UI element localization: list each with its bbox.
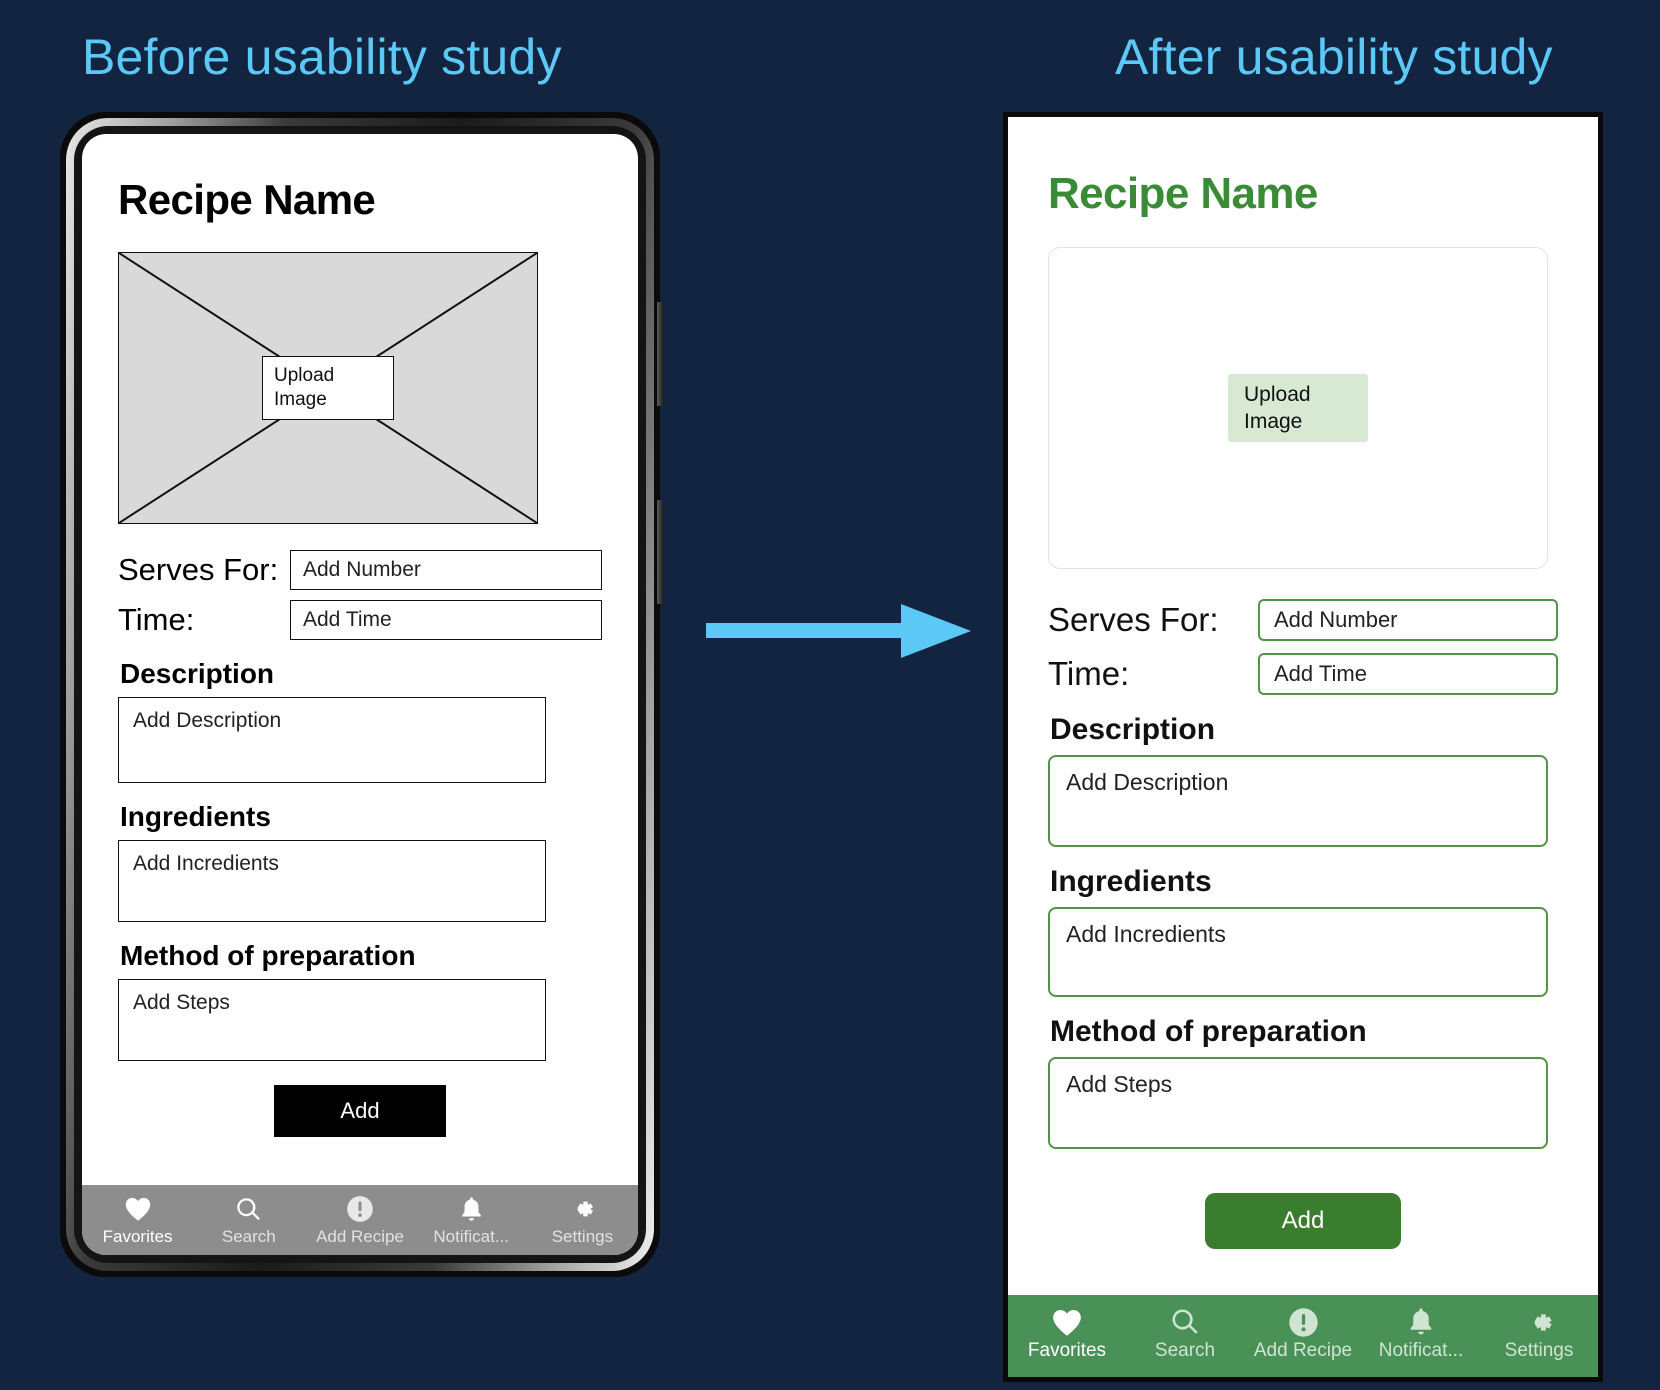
after-nav-label-add-recipe: Add Recipe <box>1253 1340 1353 1361</box>
before-method-heading: Method of preparation <box>120 940 416 971</box>
gear-icon <box>1524 1307 1555 1337</box>
exclamation-circle-icon <box>346 1194 374 1224</box>
before-nav-label-favorites: Favorites <box>102 1227 173 1246</box>
after-nav-item-favorites[interactable]: Favorites <box>1008 1307 1126 1362</box>
after-phone-mockup: Recipe Name Upload Image Serves For: Add… <box>1003 112 1603 1382</box>
after-time-row: Time: Add Time <box>1048 653 1558 695</box>
after-nav-item-add-recipe[interactable]: Add Recipe <box>1244 1307 1362 1362</box>
before-serves-input[interactable]: Add Number <box>290 550 602 590</box>
before-nav-label-search: Search <box>221 1227 276 1246</box>
after-nav-label-notifications: Notificat... <box>1378 1340 1464 1361</box>
gear-icon <box>568 1194 596 1224</box>
before-add-button[interactable]: Add <box>274 1085 446 1137</box>
before-phone-screen: Recipe Name Upload Image Serves For: Add… <box>82 134 638 1255</box>
after-image-placeholder[interactable]: Upload Image <box>1048 247 1548 569</box>
after-time-label: Time: <box>1048 655 1130 692</box>
after-nav-label-favorites: Favorites <box>1027 1340 1107 1361</box>
after-description-input[interactable]: Add Description <box>1048 755 1548 847</box>
before-time-label: Time: <box>118 602 195 637</box>
heart-icon <box>124 1194 152 1224</box>
before-nav-label-settings: Settings <box>551 1227 614 1246</box>
upload-line-2: Image <box>1244 410 1303 433</box>
before-phone-mockup: Recipe Name Upload Image Serves For: Add… <box>60 112 664 1277</box>
before-time-row: Time: Add Time <box>118 600 602 640</box>
before-serves-row: Serves For: Add Number <box>118 550 602 590</box>
before-serves-label: Serves For: <box>118 552 279 587</box>
upload-line-1: Upload <box>274 364 335 386</box>
after-serves-label: Serves For: <box>1048 601 1219 638</box>
after-description-heading: Description <box>1050 713 1216 746</box>
before-upload-image-button[interactable]: Upload Image <box>262 356 394 420</box>
after-nav-label-settings: Settings <box>1504 1340 1574 1361</box>
after-ingredients-heading: Ingredients <box>1050 865 1212 898</box>
before-recipe-title: Recipe Name <box>118 176 376 223</box>
heart-icon <box>1051 1307 1083 1337</box>
after-upload-image-button[interactable]: Upload Image <box>1228 374 1368 442</box>
search-icon <box>1170 1307 1200 1337</box>
after-time-input[interactable]: Add Time <box>1258 653 1558 695</box>
before-description-input[interactable]: Add Description <box>118 697 546 783</box>
after-nav-item-search[interactable]: Search <box>1126 1307 1244 1362</box>
after-ingredients-input[interactable]: Add Incredients <box>1048 907 1548 997</box>
before-nav-item-search[interactable]: Search <box>193 1194 304 1247</box>
before-image-placeholder[interactable]: Upload Image <box>118 252 538 524</box>
after-recipe-title: Recipe Name <box>1048 169 1318 218</box>
power-button[interactable] <box>657 500 664 604</box>
bell-icon <box>1407 1307 1435 1337</box>
after-method-heading: Method of preparation <box>1050 1015 1367 1048</box>
bell-icon <box>459 1194 484 1224</box>
after-panel-title: After usability study <box>1115 29 1553 85</box>
search-icon <box>235 1194 262 1224</box>
after-phone-screen: Recipe Name Upload Image Serves For: Add… <box>1008 117 1598 1377</box>
after-nav-item-settings[interactable]: Settings <box>1480 1307 1598 1362</box>
after-serves-input[interactable]: Add Number <box>1258 599 1558 641</box>
before-nav-item-add-recipe[interactable]: Add Recipe <box>304 1194 415 1247</box>
upload-line-1: Upload <box>1244 382 1311 406</box>
volume-button[interactable] <box>657 302 664 406</box>
after-bottom-nav: Favorites Search Add Recipe Notificat... <box>1008 1295 1598 1377</box>
exclamation-circle-icon <box>1288 1307 1319 1337</box>
transition-arrow-icon <box>706 600 976 662</box>
before-description-heading: Description <box>120 658 275 689</box>
after-nav-label-search: Search <box>1154 1340 1216 1361</box>
before-time-input[interactable]: Add Time <box>290 600 602 640</box>
before-panel-title: Before usability study <box>82 29 562 85</box>
before-bottom-nav: Favorites Search Add Recipe Notificat...… <box>82 1185 638 1255</box>
before-nav-item-settings[interactable]: Settings <box>527 1194 638 1247</box>
before-nav-label-add-recipe: Add Recipe <box>316 1227 404 1246</box>
upload-line-2: Image <box>274 389 327 410</box>
before-ingredients-input[interactable]: Add Incredients <box>118 840 546 922</box>
before-nav-item-favorites[interactable]: Favorites <box>82 1194 193 1247</box>
after-add-button[interactable]: Add <box>1205 1193 1401 1249</box>
before-nav-item-notifications[interactable]: Notificat... <box>416 1194 527 1247</box>
after-method-input[interactable]: Add Steps <box>1048 1057 1548 1149</box>
before-method-input[interactable]: Add Steps <box>118 979 546 1061</box>
after-serves-row: Serves For: Add Number <box>1048 599 1558 641</box>
before-ingredients-heading: Ingredients <box>120 801 271 832</box>
after-nav-item-notifications[interactable]: Notificat... <box>1362 1307 1480 1362</box>
before-nav-label-notifications: Notificat... <box>433 1227 509 1246</box>
